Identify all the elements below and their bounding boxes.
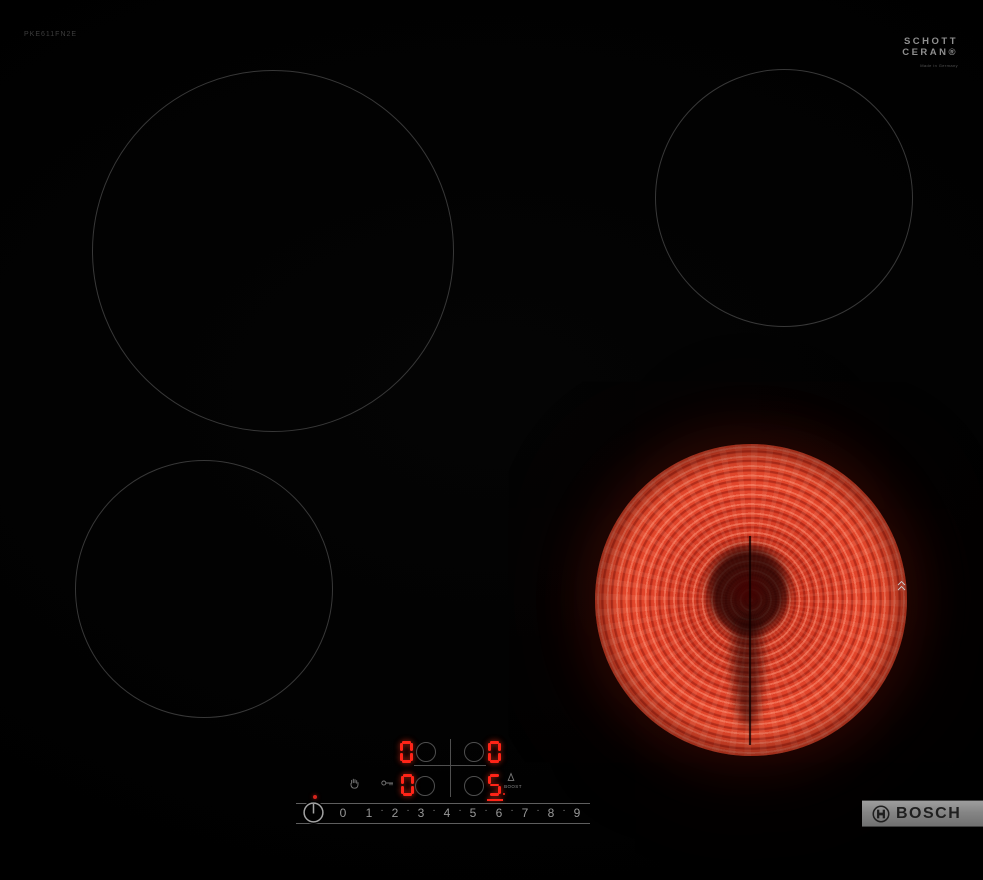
slider-level-1[interactable]: 1 <box>366 806 373 820</box>
slider-dot: · <box>432 805 435 816</box>
slider-level-0[interactable]: 0 <box>340 806 347 820</box>
display-rear-left <box>400 741 413 763</box>
slider-track-bottom <box>296 823 590 824</box>
display-front-left <box>401 774 414 796</box>
slider-dot: · <box>484 805 487 816</box>
zone-marker-icon <box>897 580 906 592</box>
boost-icon[interactable] <box>506 772 516 782</box>
heating-element-shadow <box>595 444 907 756</box>
display-decimal-dot <box>503 793 506 796</box>
slider-dot: · <box>510 805 513 816</box>
burner-front-right-active <box>595 444 907 756</box>
selected-zone-underline <box>487 799 503 801</box>
slider-dot: · <box>458 805 461 816</box>
cooktop-surface: PKE611FN2E SCHOTT CERAN® Made in Germany <box>0 0 983 880</box>
bosch-anchor-icon <box>872 805 890 823</box>
slider-level-6[interactable]: 6 <box>496 806 503 820</box>
display-rear-right <box>488 741 501 763</box>
slider-dot: · <box>380 805 383 816</box>
slider-level-9[interactable]: 9 <box>574 806 581 820</box>
key-lock-icon[interactable] <box>381 779 394 787</box>
zone-layout-cross-vertical <box>450 739 451 797</box>
zone-select-rear-left[interactable] <box>416 742 436 762</box>
bosch-badge: BOSCH <box>862 800 983 827</box>
schott-logo-made-in: Made in Germany <box>902 60 958 71</box>
schott-logo-line2: CERAN® <box>902 47 958 58</box>
schott-logo-line1: SCHOTT <box>902 36 958 47</box>
zone-select-front-right[interactable] <box>464 776 484 796</box>
model-number: PKE611FN2E <box>24 31 77 38</box>
pause-hand-icon[interactable] <box>349 777 360 789</box>
slider-track-top <box>296 803 590 804</box>
boost-key-label[interactable]: BOOST <box>499 784 527 789</box>
slider-dot: · <box>536 805 539 816</box>
schott-ceran-logo: SCHOTT CERAN® Made in Germany <box>902 36 958 71</box>
slider-dot: · <box>562 805 565 816</box>
zone-select-rear-right[interactable] <box>464 742 484 762</box>
burner-front-left <box>75 460 333 718</box>
slider-level-5[interactable]: 5 <box>470 806 477 820</box>
slider-level-4[interactable]: 4 <box>444 806 451 820</box>
slider-level-8[interactable]: 8 <box>548 806 555 820</box>
slider-level-3[interactable]: 3 <box>418 806 425 820</box>
bosch-wordmark: BOSCH <box>896 805 961 823</box>
slider-dot: · <box>406 805 409 816</box>
zone-select-front-left[interactable] <box>415 776 435 796</box>
slider-level-2[interactable]: 2 <box>392 806 399 820</box>
power-button[interactable] <box>302 801 325 824</box>
zone-layout-cross-horizontal <box>414 765 486 766</box>
burner-rear-right <box>655 69 913 327</box>
slider-level-7[interactable]: 7 <box>522 806 529 820</box>
power-indicator-dot <box>313 795 317 799</box>
burner-rear-left <box>92 70 454 432</box>
